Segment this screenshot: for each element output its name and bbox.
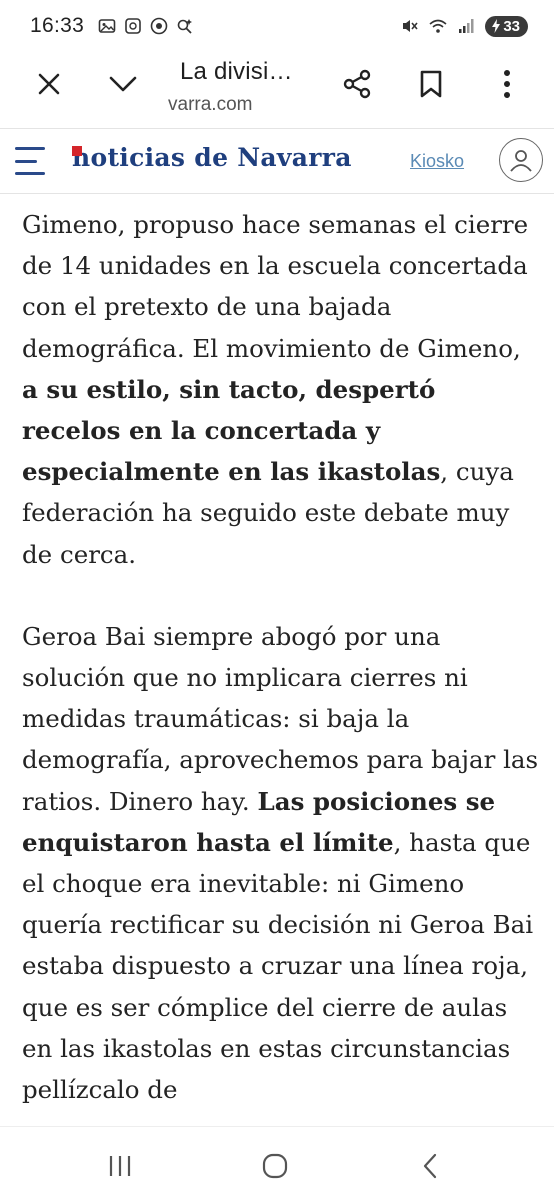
square-icon [125,18,141,34]
more-vertical-icon [504,70,510,98]
back-icon [423,1153,437,1179]
article-paragraph: Geroa Bai siempre abogó por una solución… [22,616,542,1110]
site-header: noticias de Navarra Kiosko [0,128,554,194]
wifi-icon [429,19,447,33]
gallery-icon [98,19,116,33]
system-nav-bar [0,1126,554,1200]
close-button[interactable] [27,62,71,106]
battery-icon [492,19,501,33]
bookmark-button[interactable] [409,62,453,106]
home-icon [262,1153,288,1179]
kiosko-link[interactable]: Kiosko [410,151,464,172]
menu-icon[interactable] [15,147,47,175]
mute-icon [403,20,418,32]
paragraph-text: , hasta que el choque era inevitable: ni… [22,827,534,1105]
assistant-icon [177,19,193,34]
status-left-icons [98,17,194,35]
recent-apps-button[interactable] [100,1151,140,1181]
battery-level: 33 [503,17,520,35]
status-bar: 16:33 33 [0,0,554,52]
chrome-icon [150,17,168,35]
home-button[interactable] [255,1151,295,1181]
paragraph-text: Gimeno, propuso hace semanas el cierre d… [22,210,529,363]
site-logo[interactable]: noticias de Navarra [72,143,352,172]
signal-icon [459,19,474,33]
user-icon [510,150,532,172]
status-time: 16:33 [30,14,85,37]
chevron-down-icon [109,76,137,92]
battery-indicator: 33 [485,15,528,37]
share-icon [343,69,371,99]
logo-text: noticias de Navarra [72,143,352,172]
close-icon [38,73,60,95]
recent-apps-icon [109,1156,131,1176]
page-url: varra.com [168,94,253,115]
status-right: 33 [401,15,528,37]
back-button[interactable] [410,1151,450,1181]
more-options-button[interactable] [485,62,529,106]
logo-mark-icon [72,146,82,156]
bookmark-icon [420,70,442,98]
user-account-button[interactable] [499,138,543,182]
article-paragraph: Gimeno, propuso hace semanas el cierre d… [22,204,542,575]
paragraph-bold-text: a su estilo, sin tacto, despertó recelos… [22,374,441,487]
browser-toolbar: La divisi… varra.com [0,52,554,128]
expand-button[interactable] [101,62,145,106]
share-button[interactable] [335,62,379,106]
article-body: Gimeno, propuso hace semanas el cierre d… [22,204,542,1126]
page-title: La divisi… [180,58,293,85]
